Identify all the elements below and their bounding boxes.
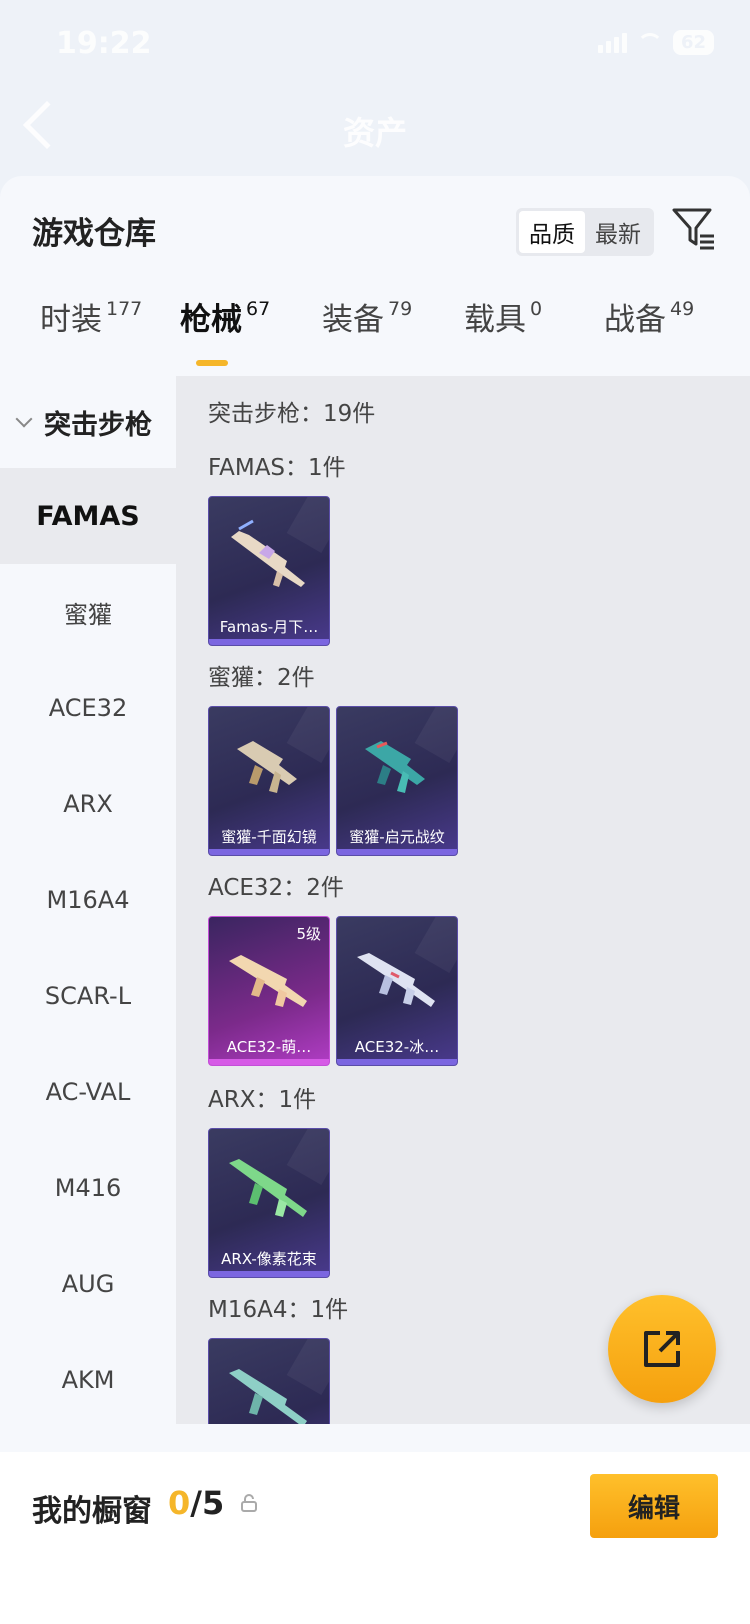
sort-newest-button[interactable]: 最新 — [585, 211, 651, 253]
sort-toggle: 品质 最新 — [516, 208, 654, 256]
sidebar-item-ace32[interactable]: ACE32 — [0, 660, 176, 756]
section-label: 蜜獾：2件 — [208, 665, 315, 691]
warehouse-sheet: 游戏仓库 品质 最新 时装 177 枪械 67 装备 79 载具 0 战备 49… — [0, 176, 750, 1624]
tab-supplies[interactable]: 战备 49 — [604, 294, 694, 364]
item-name: 蜜獾-启元战纹 — [349, 828, 445, 846]
share-button[interactable] — [608, 1295, 716, 1403]
item-card[interactable] — [208, 1338, 330, 1424]
showcase-bar: 我的橱窗 0 /5 编辑 — [0, 1452, 750, 1624]
tab-count: 0 — [530, 298, 543, 320]
item-card[interactable]: Famas-月下… — [208, 496, 330, 646]
rarity-bar — [209, 639, 329, 645]
category-tabs: 时装 177 枪械 67 装备 79 载具 0 战备 49 — [0, 294, 750, 374]
rarity-bar — [337, 849, 457, 855]
item-name: ACE32-冰… — [354, 1038, 440, 1056]
sidebar-item-arx[interactable]: ARX — [0, 756, 176, 852]
rarity-bar — [209, 849, 329, 855]
sidebar-item-honey-badger[interactable]: 蜜獾 — [0, 564, 176, 660]
rarity-bar — [337, 1059, 457, 1065]
status-time: 19:22 — [56, 26, 152, 61]
tab-count: 79 — [388, 298, 413, 320]
tab-count: 177 — [106, 298, 143, 320]
tab-count: 67 — [246, 298, 271, 320]
tab-equipment[interactable]: 装备 79 — [322, 294, 412, 364]
showcase-label: 我的橱窗 — [32, 1494, 152, 1529]
section-label: ARX：1件 — [208, 1087, 317, 1113]
section-label: M16A4：1件 — [208, 1297, 349, 1323]
item-name: Famas-月下… — [219, 618, 319, 636]
showcase-total: /5 — [190, 1484, 225, 1522]
subcategory-sidebar: 突击步枪 FAMAS 蜜獾 ACE32 ARX M16A4 SCAR-L AC-… — [0, 376, 176, 1424]
rarity-bar — [209, 1059, 329, 1065]
sidebar-group-label: 突击步枪 — [44, 409, 152, 441]
top-header: 19:22 62 资产 — [0, 0, 750, 200]
status-bar: 19:22 62 — [0, 0, 750, 88]
item-card[interactable]: 蜜獾-启元战纹 — [336, 706, 458, 856]
sheet-header: 游戏仓库 品质 最新 — [0, 176, 750, 276]
sidebar-group-assault-rifle[interactable]: 突击步枪 — [0, 376, 176, 468]
rifle-icon — [229, 1369, 307, 1424]
sort-quality-button[interactable]: 品质 — [519, 211, 585, 253]
section-label: FAMAS：1件 — [208, 455, 346, 481]
tab-guns[interactable]: 枪械 67 — [180, 294, 270, 364]
sidebar-item-scar-l[interactable]: SCAR-L — [0, 948, 176, 1044]
tab-label: 枪械 — [180, 302, 242, 338]
tab-label: 时装 — [40, 302, 102, 338]
rifle-icon — [229, 1159, 307, 1217]
chevron-down-icon — [15, 410, 33, 428]
wifi-icon — [636, 32, 663, 53]
sidebar-item-m416[interactable]: M416 — [0, 1140, 176, 1236]
tab-fashion[interactable]: 时装 177 — [40, 294, 142, 364]
item-card[interactable]: ACE32-冰… — [336, 916, 458, 1066]
sidebar-item-akm[interactable]: AKM — [0, 1332, 176, 1424]
active-tab-indicator — [196, 360, 228, 366]
rifle-icon — [357, 953, 435, 1007]
sheet-title: 游戏仓库 — [32, 216, 156, 252]
share-icon — [644, 1331, 680, 1367]
item-card[interactable]: 5级 ACE32-萌… — [208, 916, 330, 1066]
item-card[interactable]: ARX-像素花束 — [208, 1128, 330, 1278]
tab-vehicles[interactable]: 载具 0 — [464, 294, 542, 364]
item-name: ACE32-萌… — [226, 1038, 312, 1056]
item-card[interactable]: 蜜獾-千面幻镜 — [208, 706, 330, 856]
rifle-icon — [231, 519, 305, 587]
tab-label: 装备 — [322, 302, 384, 338]
section-label: ACE32：2件 — [208, 875, 344, 901]
filter-icon[interactable] — [670, 204, 718, 252]
status-icons: 62 — [597, 30, 714, 55]
lock-icon — [241, 1494, 257, 1512]
category-header: 突击步枪：19件 — [208, 401, 376, 427]
tab-label: 载具 — [464, 302, 526, 338]
sidebar-item-aug[interactable]: AUG — [0, 1236, 176, 1332]
item-name: ARX-像素花束 — [221, 1250, 317, 1268]
rifle-icon — [229, 955, 307, 1007]
rifle-icon — [365, 741, 425, 793]
battery-icon: 62 — [672, 30, 714, 55]
showcase-current: 0 — [168, 1484, 191, 1522]
rifle-icon — [237, 741, 297, 793]
sidebar-item-famas[interactable]: FAMAS — [0, 468, 176, 564]
edit-button[interactable]: 编辑 — [590, 1474, 718, 1538]
rarity-bar — [209, 1271, 329, 1277]
showcase-count: 0 /5 — [168, 1484, 224, 1522]
sidebar-item-ac-val[interactable]: AC-VAL — [0, 1044, 176, 1140]
tab-count: 49 — [670, 298, 695, 320]
nav-title: 资产 — [342, 114, 407, 152]
tab-label: 战备 — [604, 302, 666, 338]
item-grid: 突击步枪：19件 FAMAS：1件 Famas-月下… 蜜獾：2件 蜜獾-千面幻… — [176, 376, 750, 1424]
signal-icon — [597, 32, 627, 53]
sidebar-item-m16a4[interactable]: M16A4 — [0, 852, 176, 948]
item-name: 蜜獾-千面幻镜 — [221, 828, 317, 846]
